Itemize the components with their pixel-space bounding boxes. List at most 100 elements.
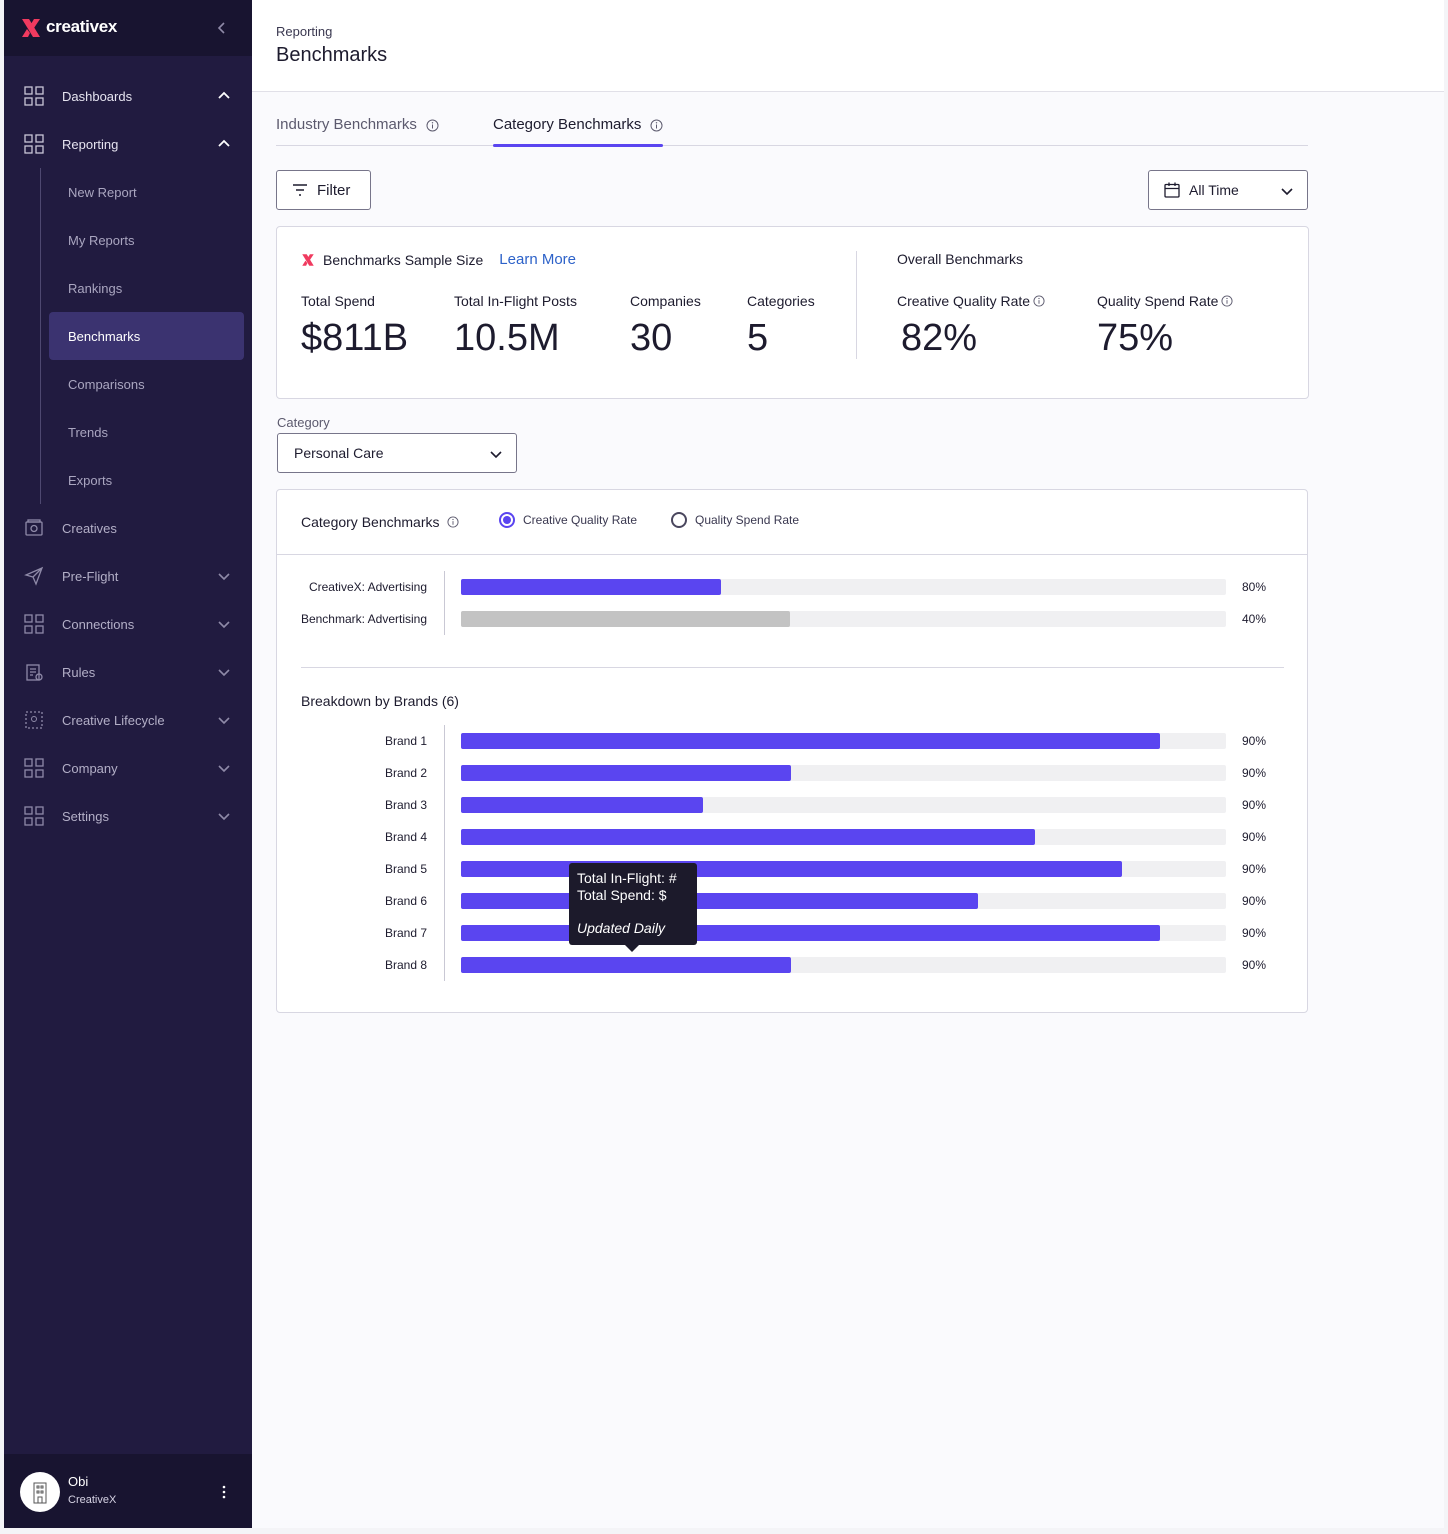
bar-label: Brand 6 bbox=[384, 894, 427, 908]
chart-header: Category Benchmarks Creative Quality Rat… bbox=[277, 490, 1307, 555]
sample-header: Benchmarks Sample Size Learn More bbox=[301, 251, 576, 268]
benchmark-tabs: Industry Benchmarks Category Benchmarks bbox=[276, 108, 1308, 147]
sidebar-item-new-report[interactable]: New Report bbox=[49, 168, 244, 216]
sidebar-item-exports[interactable]: Exports bbox=[49, 456, 244, 504]
grid-icon bbox=[24, 758, 44, 778]
radio-creative-quality-rate[interactable]: Creative Quality Rate bbox=[499, 512, 637, 528]
chevron-down-icon bbox=[218, 621, 230, 629]
filter-button[interactable]: Filter bbox=[276, 170, 371, 210]
time-range-value: All Time bbox=[1189, 182, 1239, 198]
bar[interactable] bbox=[461, 957, 791, 973]
info-icon[interactable] bbox=[650, 119, 663, 132]
chevron-down-icon bbox=[1281, 188, 1293, 196]
bar-label: Brand 4 bbox=[384, 830, 427, 844]
nav-reporting[interactable]: Reporting bbox=[24, 128, 244, 160]
stat-value: 5 bbox=[747, 317, 769, 359]
chevron-down-icon bbox=[218, 717, 230, 725]
bar[interactable] bbox=[461, 893, 978, 909]
radio-quality-spend-rate[interactable]: Quality Spend Rate bbox=[671, 512, 799, 528]
nav-label: Settings bbox=[62, 808, 109, 824]
sidebar-item-trends[interactable]: Trends bbox=[49, 408, 244, 456]
bar-value-label: 90% bbox=[1242, 958, 1267, 972]
user-profile[interactable]: Obi CreativeX bbox=[4, 1454, 252, 1528]
bar[interactable] bbox=[461, 733, 1160, 749]
sidebar-item-benchmarks[interactable]: Benchmarks bbox=[49, 312, 244, 360]
collapse-sidebar-icon[interactable] bbox=[212, 18, 232, 38]
bar[interactable] bbox=[461, 579, 721, 595]
bar-label: Brand 1 bbox=[384, 734, 427, 748]
bar-value-label: 90% bbox=[1242, 862, 1267, 876]
nav-label: Connections bbox=[62, 616, 135, 632]
app-frame: creativex Dashboards Reporting New Repor… bbox=[4, 0, 1444, 1528]
chart-axis bbox=[444, 725, 445, 981]
chevron-up-icon bbox=[218, 139, 230, 147]
bar-label: CreativeX: Advertising bbox=[308, 580, 427, 594]
stat-quality-spend-rate: Quality Spend Rate 75% bbox=[1097, 293, 1233, 360]
logo-bar: creativex bbox=[4, 0, 252, 56]
filter-icon bbox=[293, 184, 307, 196]
nav-company[interactable]: Company bbox=[24, 752, 244, 784]
bar-value-label: 90% bbox=[1242, 894, 1267, 908]
tooltip-note: Updated Daily bbox=[577, 920, 665, 936]
breadcrumb[interactable]: Reporting bbox=[276, 24, 332, 39]
lifecycle-icon bbox=[25, 711, 43, 729]
stat-value: 82% bbox=[901, 317, 978, 359]
info-icon[interactable] bbox=[426, 119, 439, 132]
bar[interactable] bbox=[461, 611, 790, 627]
nav-label: Rules bbox=[62, 664, 96, 680]
nav-settings[interactable]: Settings bbox=[24, 800, 244, 832]
creativex-logo-icon bbox=[302, 253, 314, 266]
stat-label: Quality Spend Rate bbox=[1097, 293, 1219, 309]
nav-creatives[interactable]: Creatives bbox=[24, 512, 244, 544]
nav-creative-lifecycle[interactable]: Creative Lifecycle bbox=[24, 704, 244, 736]
sidebar-item-rankings[interactable]: Rankings bbox=[49, 264, 244, 312]
page-title: Benchmarks bbox=[276, 44, 388, 66]
avatar bbox=[20, 1472, 60, 1512]
learn-more-link[interactable]: Learn More bbox=[499, 251, 576, 268]
paper-plane-icon bbox=[24, 566, 44, 586]
nav-label: Creatives bbox=[62, 520, 117, 536]
bar[interactable] bbox=[461, 925, 1160, 941]
nav-dashboards[interactable]: Dashboards bbox=[24, 80, 244, 112]
bar[interactable] bbox=[461, 797, 703, 813]
nav-pre-flight[interactable]: Pre-Flight bbox=[24, 560, 244, 592]
tab-industry-benchmarks[interactable]: Industry Benchmarks bbox=[276, 108, 439, 146]
category-select[interactable]: Personal Care bbox=[277, 433, 517, 473]
time-range-select[interactable]: All Time bbox=[1148, 170, 1308, 210]
building-icon bbox=[33, 1482, 47, 1504]
breakdown-title: Breakdown by Brands (6) bbox=[301, 693, 459, 709]
grid-icon bbox=[24, 806, 44, 826]
bar[interactable] bbox=[461, 765, 791, 781]
sidebar-item-comparisons[interactable]: Comparisons bbox=[49, 360, 244, 408]
stat-label: Total In-Flight Posts bbox=[454, 293, 577, 309]
bar[interactable] bbox=[461, 861, 1122, 877]
category-label: Category bbox=[277, 415, 330, 430]
bar-value-label: 90% bbox=[1242, 926, 1267, 940]
sample-title: Benchmarks Sample Size bbox=[323, 251, 484, 268]
bar-label: Brand 5 bbox=[384, 862, 427, 876]
nav-rules[interactable]: Rules bbox=[24, 656, 244, 688]
grid-icon bbox=[24, 134, 44, 154]
nav-label: Reporting bbox=[62, 136, 119, 152]
tab-category-benchmarks[interactable]: Category Benchmarks bbox=[493, 108, 664, 147]
stat-label: Companies bbox=[630, 293, 701, 309]
info-icon[interactable] bbox=[446, 516, 459, 528]
bar-value-label: 90% bbox=[1242, 830, 1267, 844]
sidebar-item-my-reports[interactable]: My Reports bbox=[49, 216, 244, 264]
creatives-icon bbox=[25, 519, 43, 536]
chevron-down-icon bbox=[218, 765, 230, 773]
info-icon[interactable] bbox=[1221, 295, 1233, 307]
bar-tooltip: Total In-Flight: # Total Spend: $ Update… bbox=[569, 863, 697, 952]
grid-icon bbox=[24, 614, 44, 634]
radio-label: Quality Spend Rate bbox=[695, 513, 800, 527]
stat-creative-quality-rate: Creative Quality Rate 82% bbox=[897, 293, 1045, 360]
submenu-line bbox=[40, 168, 41, 504]
nav-connections[interactable]: Connections bbox=[24, 608, 244, 640]
brand-name: creativex bbox=[46, 17, 118, 36]
user-org: CreativeX bbox=[68, 1494, 117, 1506]
nav-label: Creative Lifecycle bbox=[62, 712, 165, 728]
more-vertical-icon[interactable] bbox=[214, 1482, 234, 1502]
info-icon[interactable] bbox=[1033, 295, 1045, 307]
bar[interactable] bbox=[461, 829, 1035, 845]
grid-icon bbox=[24, 86, 44, 106]
